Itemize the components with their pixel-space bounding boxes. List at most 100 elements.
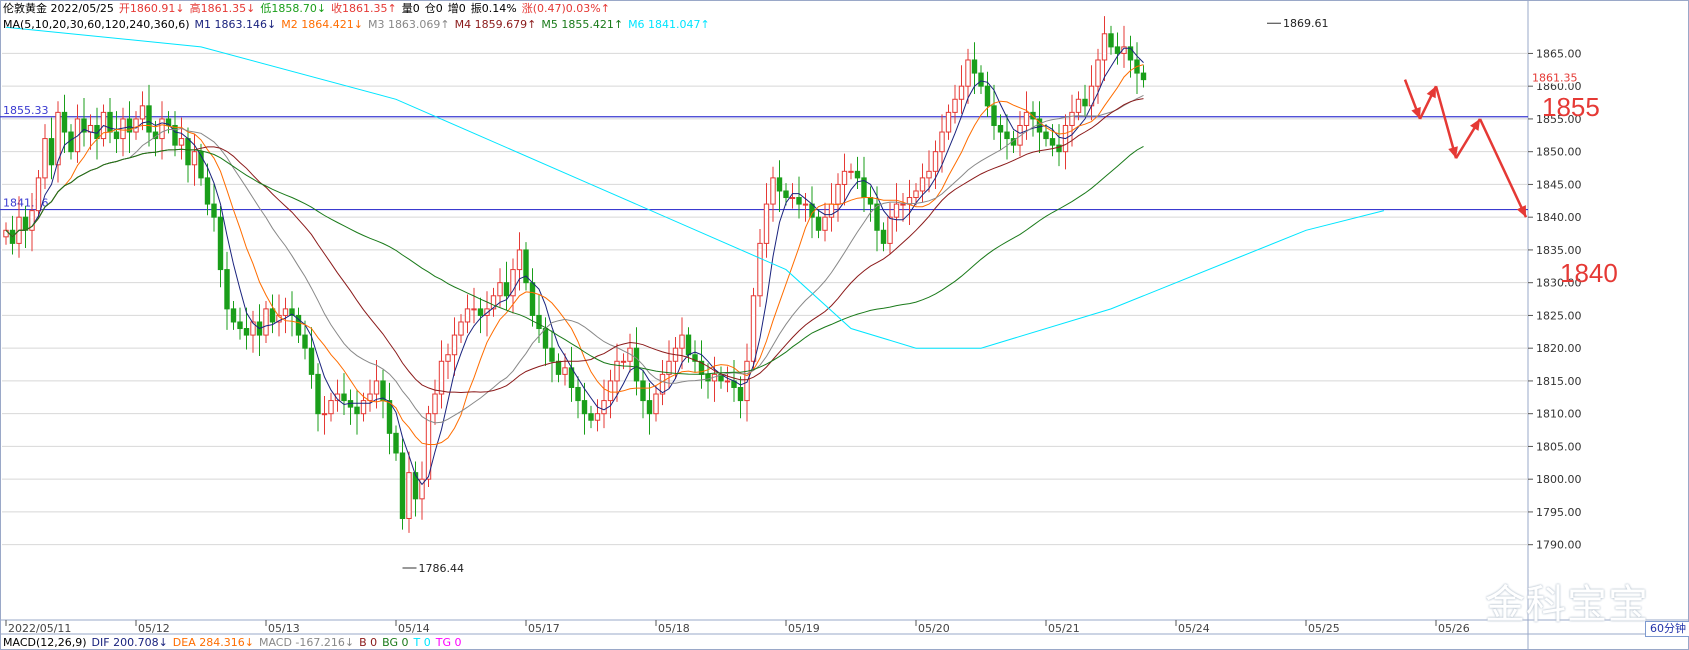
candle-body: [893, 203, 900, 218]
candle-body: [237, 321, 243, 330]
y-tick-label: 1800.00: [1536, 473, 1582, 486]
candle-body: [789, 197, 796, 200]
candle-body: [906, 197, 913, 205]
candle-body: [529, 282, 536, 316]
candle-body: [458, 321, 464, 336]
candle-body: [607, 380, 614, 402]
candle-body: [159, 118, 165, 140]
candle-body: [438, 360, 445, 395]
candle-body: [1075, 98, 1082, 113]
candle-body: [1069, 111, 1075, 126]
candle-body: [750, 295, 757, 362]
candle-body: [204, 177, 211, 205]
candle-body: [958, 85, 965, 100]
candle-body: [1023, 111, 1030, 126]
candle-body: [867, 197, 874, 205]
candle-body: [640, 380, 646, 402]
ma-field-0: MA(5,10,20,30,60,120,240,360,6): [3, 18, 190, 31]
x-tick-label: 05/19: [788, 622, 820, 635]
macd-field-4: B 0: [359, 636, 378, 649]
x-tick-label: 05/20: [918, 622, 950, 635]
x-tick-label: 05/25: [1308, 622, 1340, 635]
forecast-arrow-segment: [1478, 118, 1528, 218]
candle-body: [139, 105, 146, 120]
candle-body: [1043, 131, 1049, 140]
candle-body: [705, 373, 711, 382]
candle-body: [549, 347, 555, 362]
candle-body: [269, 308, 276, 323]
ohlc-field-3: 低1858.70↓: [260, 2, 327, 15]
candle-body: [679, 334, 685, 349]
x-tick-label: 05/26: [1438, 622, 1470, 635]
candle-body: [796, 197, 802, 205]
candle-body: [1140, 72, 1147, 81]
candle-body: [945, 111, 952, 133]
ohlc-field-9: 涨(0.47)0.03%↑: [521, 2, 610, 15]
x-tick-label: 05/17: [528, 622, 560, 635]
y-tick-label: 1840.00: [1536, 211, 1582, 224]
candle-body: [315, 373, 321, 415]
ma-line-M5: [5, 145, 1144, 375]
ma-field-1: M1 1863.146↓: [194, 18, 277, 31]
macd-field-0: MACD(12,26,9): [3, 636, 87, 649]
candle-body: [588, 413, 594, 421]
candle-body: [965, 59, 971, 87]
candle-body: [516, 249, 523, 271]
forecast-arrow-segment: [1434, 85, 1458, 159]
candle-body: [230, 308, 237, 323]
candle-body: [776, 177, 783, 192]
macd-field-2: DEA 284.316↓: [172, 636, 254, 649]
candle-body: [503, 282, 510, 297]
x-tick-label: 05/13: [268, 622, 300, 635]
y-tick-label: 1820.00: [1536, 342, 1582, 355]
y-tick-label: 1815.00: [1536, 375, 1582, 388]
ma-field-5: M5 1855.421↑: [541, 18, 624, 31]
candle-body: [952, 98, 958, 113]
candle-body: [178, 138, 185, 146]
candle-body: [412, 472, 419, 500]
price-chart: 1790.00 1795.00 1800.00 1805.00 1810.00 1815.…: [0, 0, 1689, 650]
candle-body: [393, 432, 399, 454]
x-tick-label: 05/14: [398, 622, 430, 635]
candle-body: [562, 367, 568, 375]
candle-body: [399, 452, 406, 519]
ma-line-M6: [5, 26, 1385, 349]
candle-body: [1108, 33, 1114, 48]
ohlc-field-2: 高1861.35↓: [189, 2, 256, 15]
candle-body: [997, 124, 1004, 133]
candle-body: [373, 380, 380, 395]
candle-body: [321, 413, 328, 416]
candle-body: [536, 314, 542, 330]
candle-body: [1082, 98, 1088, 107]
candle-body: [926, 170, 932, 179]
low-marker-label: 1786.44: [419, 562, 465, 575]
macd-field-5: BG 0: [382, 636, 409, 649]
candle-body: [913, 190, 919, 199]
candle-body: [854, 170, 861, 179]
macd-field-3: MACD -167.216↓: [258, 636, 355, 649]
y-tick-label: 1825.00: [1536, 309, 1582, 322]
candle-body: [432, 393, 438, 415]
level-line-label-upper: 1855.33: [3, 104, 49, 117]
candle-body: [887, 216, 893, 244]
candle-body: [133, 118, 139, 133]
candle-body: [542, 328, 549, 349]
candle-body: [224, 269, 230, 310]
candle-body: [42, 138, 48, 179]
candle-body: [464, 308, 471, 323]
candle-body: [354, 406, 360, 415]
candle-body: [68, 131, 74, 153]
candle-body: [633, 347, 640, 382]
candle-body: [685, 334, 692, 356]
candle-body: [172, 124, 178, 146]
candle-body: [360, 400, 367, 415]
level-label-upper: 1855: [1542, 92, 1600, 122]
candle-body: [302, 334, 308, 349]
candle-body: [1095, 59, 1101, 87]
candle-body: [594, 413, 601, 421]
timeframe-button[interactable]: 60分钟: [1645, 621, 1689, 637]
candle-body: [263, 308, 269, 336]
y-tick-label: 1865.00: [1536, 47, 1582, 60]
high-marker-label: 1869.61: [1283, 17, 1329, 30]
macd-field-1: DIF 200.708↓: [91, 636, 168, 649]
